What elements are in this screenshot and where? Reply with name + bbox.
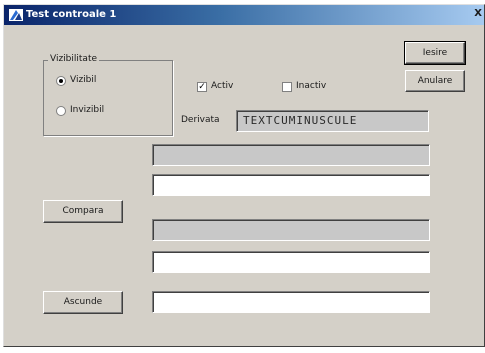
radio-vizibil-label: Vizibil [70, 75, 97, 85]
checkbox-inactiv-label: Inactiv [296, 81, 327, 91]
compara-button[interactable]: Compara [43, 200, 123, 223]
checkmark-icon: ✓ [198, 82, 206, 92]
radio-invizibil-label: Invizibil [70, 105, 105, 115]
checkbox-activ[interactable]: ✓ [197, 82, 207, 92]
text-field-4[interactable] [152, 251, 430, 273]
title-bar[interactable]: Test controale 1 X [4, 5, 484, 25]
text-field-1[interactable] [152, 144, 430, 166]
radio-vizibil[interactable] [56, 76, 66, 86]
derivata-field[interactable]: TEXTCUMINUSCULE [236, 110, 429, 132]
ascunde-button[interactable]: Ascunde [43, 291, 123, 314]
text-field-5[interactable] [152, 291, 430, 313]
window-title: Test controale 1 [26, 9, 117, 20]
radio-selected-dot [59, 79, 63, 83]
visibility-group-label: Vizibilitate [48, 54, 100, 64]
window-app-icon [9, 9, 23, 21]
anulare-button[interactable]: Anulare [405, 70, 465, 92]
derivata-label: Derivata [181, 115, 220, 125]
radio-invizibil[interactable] [56, 106, 66, 116]
text-field-2[interactable] [152, 174, 430, 196]
checkbox-inactiv[interactable] [282, 82, 292, 92]
dialog-window: Test controale 1 X Vizibilitate Vizibil … [3, 4, 485, 347]
visibility-groupbox [43, 60, 173, 136]
iesire-button[interactable]: Iesire [404, 41, 466, 65]
close-icon[interactable]: X [474, 8, 482, 19]
text-field-3[interactable] [152, 219, 430, 241]
checkbox-activ-label: Activ [211, 81, 234, 91]
